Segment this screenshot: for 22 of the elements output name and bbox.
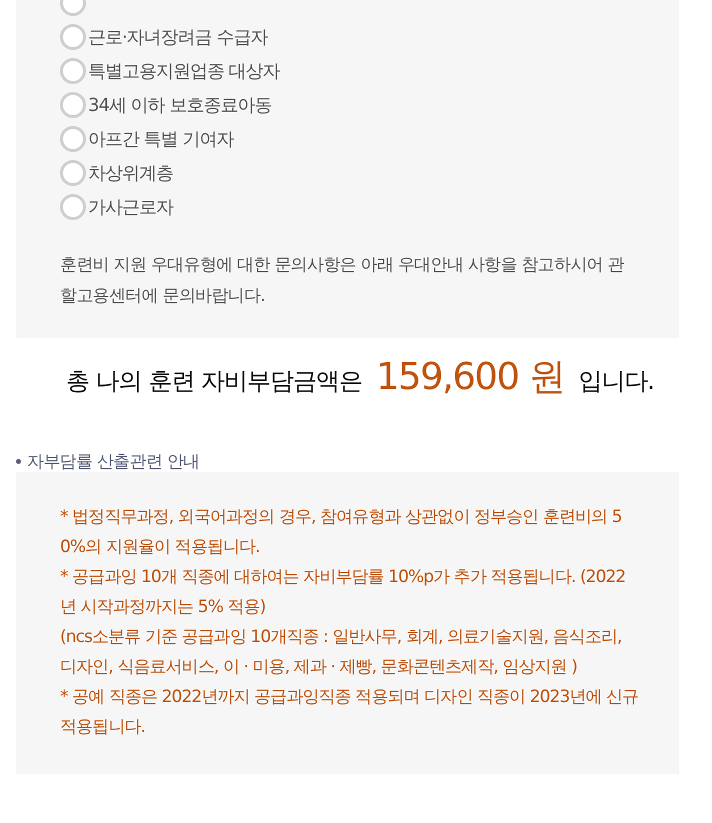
total-suffix: 입니다. [578,366,654,397]
note-text: (ncs소분류 기준 공급과잉 10개직종 : 일반사무, 회계, 의료기술지원, 음식조리, 디자인, 식음료서비스, 이 · 미용, 제과 · 제빵, 문화콘텐츠제작, 임상지원 ) [60,626,623,679]
radio-button[interactable] [60,24,86,50]
note-text: * 공예 직종은 2022년까지 공급과잉직종 적용되며 디자인 직종이 2023년에 신규 적용됩니다. [60,686,640,739]
radio-button[interactable] [60,126,86,152]
radio-button[interactable] [60,92,86,118]
option-label: 가사근로자 [88,196,173,219]
bullet-icon [16,458,21,464]
option-label: 34세 이하 보호종료아동 [88,94,272,117]
total-amount: 159,600 원 [376,354,564,400]
option-label: 아프간 특별 기여자 [88,128,234,151]
option-label: 근로·자녀장려금 수급자 [88,26,268,49]
radio-button[interactable] [60,160,86,186]
radio-button[interactable] [60,194,86,220]
note-text: * 법정직무과정, 외국어과정의 경우, 참여유형과 상관없이 정부승인 훈련비의 50%의 지원율이 적용됩니다. [60,506,623,559]
notice-text: 훈련비 지원 우대유형에 대한 문의사항은 아래 우대안내 사항을 참고하시어 관할고용센터에 문의바랍니다. [60,254,625,308]
section-title: 자부담률 산출관련 안내 [27,450,200,472]
option-label: 차상위계층 [88,162,173,185]
note-text: * 공급과잉 10개 직종에 대하여는 자비부담률 10%p가 추가 적용됩니다. (2022년 시작과정까지는 5% 적용) [60,566,626,619]
option-label: 특별고용지원업종 대상자 [88,60,280,83]
radio-button[interactable] [60,58,86,84]
total-label: 총 나의 훈련 자비부담금액은 [66,366,362,397]
